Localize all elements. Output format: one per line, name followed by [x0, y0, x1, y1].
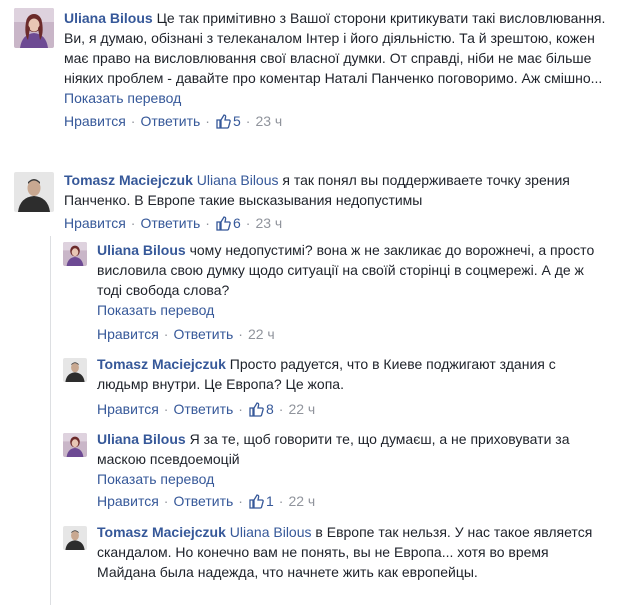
comment-actions: Нравится · Ответить · 1 · 22 ч [97, 492, 597, 513]
author-name[interactable]: Uliana Bilous [97, 242, 186, 258]
author-name[interactable]: Tomasz Maciejczuk [97, 356, 226, 372]
show-translation-link[interactable]: Показать перевод [97, 470, 597, 488]
timestamp[interactable]: 22 ч [288, 401, 315, 417]
comment-text: Tomasz Maciejczuk Uliana Bilous я так по… [64, 170, 614, 210]
reply-link[interactable]: Ответить [173, 493, 233, 509]
like-link[interactable]: Нравится [97, 493, 159, 509]
like-count[interactable]: 8 [248, 401, 274, 417]
reply-link[interactable]: Ответить [140, 113, 200, 129]
avatar[interactable] [63, 242, 87, 266]
avatar[interactable] [14, 8, 54, 48]
show-translation-link[interactable]: Показать перевод [97, 301, 597, 319]
thumbs-up-icon [215, 113, 231, 133]
thumbs-up-icon [248, 493, 264, 513]
reply-thread-line [50, 236, 51, 605]
comment-actions: Нравится · Ответить · 6 · 23 ч [64, 214, 614, 235]
avatar[interactable] [63, 433, 87, 457]
author-name[interactable]: Tomasz Maciejczuk [64, 172, 193, 188]
like-count[interactable]: 5 [215, 113, 241, 129]
author-name[interactable]: Tomasz Maciejczuk [97, 524, 226, 540]
author-name[interactable]: Uliana Bilous [64, 10, 153, 26]
show-translation-link[interactable]: Показать перевод [64, 89, 614, 107]
avatar[interactable] [14, 172, 54, 212]
timestamp[interactable]: 23 ч [255, 113, 282, 129]
thumbs-up-icon [248, 401, 264, 421]
comment-text: Uliana Bilous чому недопустимі? вона ж н… [97, 240, 597, 300]
like-count[interactable]: 1 [248, 493, 274, 509]
timestamp[interactable]: 23 ч [255, 215, 282, 231]
comment-actions: Нравится · Ответить · 8 · 22 ч [97, 400, 597, 421]
avatar[interactable] [63, 358, 87, 382]
like-link[interactable]: Нравится [64, 113, 126, 129]
comment-actions: Нравится · Ответить · 22 ч [97, 326, 275, 342]
comment-text: Uliana Bilous Це так примітивно з Вашої … [64, 8, 614, 88]
author-name[interactable]: Uliana Bilous [97, 431, 186, 447]
comment-text: Tomasz Maciejczuk Просто радуется, что в… [97, 354, 597, 394]
timestamp[interactable]: 22 ч [288, 493, 315, 509]
mention-link[interactable]: Uliana Bilous [197, 172, 279, 188]
reply-link[interactable]: Ответить [140, 215, 200, 231]
reply-link[interactable]: Ответить [173, 326, 233, 342]
mention-link[interactable]: Uliana Bilous [230, 524, 312, 540]
like-count[interactable]: 6 [215, 215, 241, 231]
comment-text: Tomasz Maciejczuk Uliana Bilous в Европе… [97, 522, 597, 582]
like-link[interactable]: Нравится [64, 215, 126, 231]
timestamp[interactable]: 22 ч [248, 326, 275, 342]
thumbs-up-icon [215, 215, 231, 235]
avatar[interactable] [63, 526, 87, 550]
like-link[interactable]: Нравится [97, 326, 159, 342]
reply-link[interactable]: Ответить [173, 401, 233, 417]
comment-text: Uliana Bilous Я за те, щоб говорити те, … [97, 429, 597, 469]
comment-actions: Нравится · Ответить · 5 · 23 ч [64, 112, 614, 133]
like-link[interactable]: Нравится [97, 401, 159, 417]
